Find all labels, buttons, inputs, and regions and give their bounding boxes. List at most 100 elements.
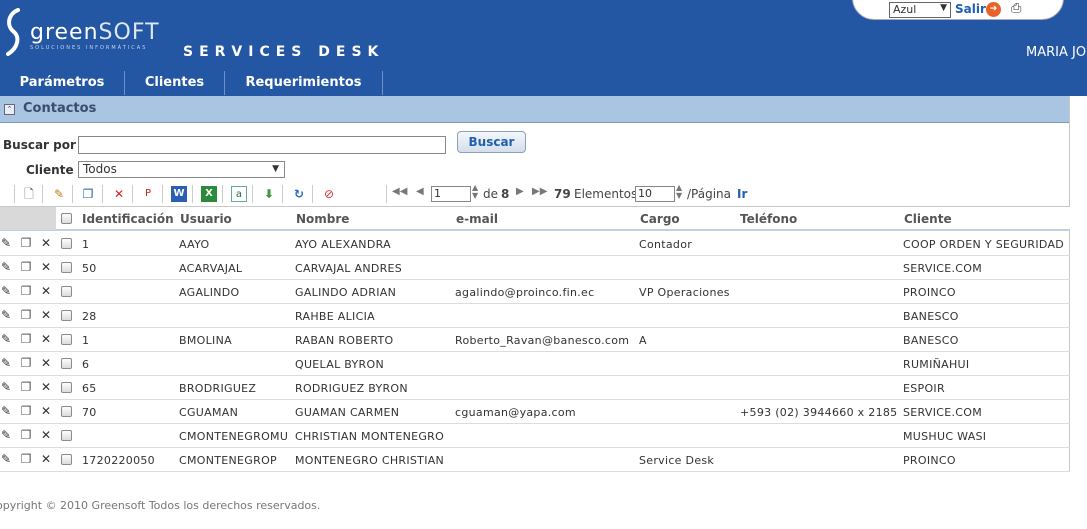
row-checkbox[interactable] [61, 382, 72, 393]
copy-icon[interactable]: ❐ [19, 380, 33, 394]
column-header-telefono[interactable]: Teléfono [740, 212, 797, 226]
column-header-nombre[interactable]: Nombre [296, 212, 349, 226]
delete-icon[interactable]: ✕ [39, 308, 53, 322]
toolbar-divider [222, 185, 223, 203]
cell-usuario: AAYO [179, 238, 210, 251]
theme-select[interactable]: Azul ▼ [889, 2, 951, 18]
delete-icon[interactable]: ✕ [39, 428, 53, 442]
row-checkbox[interactable] [61, 430, 72, 441]
copy-icon[interactable]: ❐ [19, 332, 33, 346]
column-header-email[interactable]: e-mail [456, 212, 498, 226]
delete-icon[interactable]: ✕ [39, 404, 53, 418]
edit-icon[interactable]: ✎ [0, 428, 13, 442]
column-header-identificacion[interactable]: Identificación [82, 212, 174, 226]
edit-icon[interactable]: ✎ [0, 236, 13, 250]
delete-icon[interactable]: ✕ [39, 356, 53, 370]
delete-icon[interactable]: ✕ [39, 332, 53, 346]
table-row[interactable]: ✎ ❐ ✕ 1 BMOLINA RABAN ROBERTO Roberto_Ravan@ba… [0, 328, 1070, 352]
table-row[interactable]: ✎ ❐ ✕ AGALINDO GALINDO ADRIAN agalindo@proinc… [0, 280, 1070, 304]
delete-icon[interactable]: ✕ [39, 260, 53, 274]
table-row[interactable]: ✎ ❐ ✕ 28 RAHBE ALICIA BANESCO [0, 304, 1070, 328]
page-size-stepper-icon[interactable]: ▲ ▼ [676, 184, 682, 200]
collapse-icon[interactable]: ⌃ [4, 104, 15, 115]
copy-icon[interactable]: ❐ [19, 284, 33, 298]
cell-identificacion: 6 [82, 358, 90, 371]
page-number-input[interactable]: 1 [431, 186, 471, 202]
first-page-icon[interactable]: ◀◀ [392, 186, 407, 197]
cell-cargo: VP Operaciones [639, 286, 730, 299]
row-checkbox[interactable] [61, 454, 72, 465]
clear-filter-icon[interactable]: ⊘ [321, 186, 337, 202]
table-row[interactable]: ✎ ❐ ✕ 6 QUELAL BYRON RUMIÑAHUI [0, 352, 1070, 376]
copy-icon[interactable]: ❐ [19, 452, 33, 466]
row-checkbox[interactable] [61, 286, 72, 297]
refresh-icon[interactable]: ↻ [291, 186, 307, 202]
client-select[interactable]: Todos ▼ [78, 161, 285, 178]
search-input[interactable] [78, 136, 446, 154]
toolbar-divider [282, 185, 283, 203]
table-row[interactable]: ✎ ❐ ✕ 65 BRODRIGUEZ RODRIGUEZ BYRON ESPOIR [0, 376, 1070, 400]
delete-icon[interactable]: ✕ [111, 186, 127, 202]
search-button[interactable]: Buscar [457, 131, 526, 153]
row-checkbox[interactable] [61, 238, 72, 249]
nav-item-parametros[interactable]: Parámetros [0, 71, 124, 95]
page-size-input[interactable]: 10 [635, 186, 675, 202]
logout-link[interactable]: Salir [955, 2, 986, 16]
prev-page-icon[interactable]: ◀ [416, 186, 424, 197]
cell-identificacion: 1 [82, 334, 90, 347]
table-row[interactable]: ✎ ❐ ✕ 50 ACARVAJAL CARVAJAL ANDRES SERVICE.COM [0, 256, 1070, 280]
logo-tagline: SOLUCIONES INFORMÁTICAS [30, 45, 148, 51]
word-icon[interactable]: W [171, 186, 187, 202]
copy-icon[interactable]: ❐ [19, 260, 33, 274]
edit-icon[interactable]: ✎ [0, 404, 13, 418]
select-all-checkbox[interactable] [61, 213, 72, 224]
copy-icon[interactable]: ❐ [19, 356, 33, 370]
cell-email: agalindo@proinco.fin.ec [455, 286, 595, 299]
edit-icon[interactable]: ✎ [51, 186, 67, 202]
table-row[interactable]: ✎ ❐ ✕ 1720220050 CMONTENEGROP MONTENEGRO CHRI… [0, 448, 1070, 472]
delete-icon[interactable]: ✕ [39, 452, 53, 466]
column-header-cliente[interactable]: Cliente [904, 212, 952, 226]
row-checkbox[interactable] [61, 310, 72, 321]
new-document-icon[interactable]: 🗋 [21, 186, 37, 202]
go-link[interactable]: Ir [737, 187, 747, 201]
delete-icon[interactable]: ✕ [39, 380, 53, 394]
excel-icon[interactable]: X [201, 186, 217, 202]
row-checkbox[interactable] [61, 358, 72, 369]
row-checkbox[interactable] [61, 262, 72, 273]
delete-icon[interactable]: ✕ [39, 236, 53, 250]
column-header-cargo[interactable]: Cargo [640, 212, 680, 226]
download-icon[interactable]: ⬇ [261, 186, 277, 202]
theme-select-value: Azul [893, 3, 917, 16]
page-stepper-icon[interactable]: ▲ ▼ [472, 184, 478, 200]
copy-icon[interactable]: ❐ [19, 428, 33, 442]
pdf-icon[interactable]: P [140, 186, 156, 202]
nav-item-requerimientos[interactable]: Requerimientos [225, 71, 382, 95]
edit-icon[interactable]: ✎ [0, 260, 13, 274]
print-icon[interactable]: ⎙ [1011, 1, 1027, 17]
next-page-icon[interactable]: ▶ [516, 186, 524, 197]
last-page-icon[interactable]: ▶▶ [532, 186, 547, 197]
table-row[interactable]: ✎ ❐ ✕ 70 CGUAMAN GUAMAN CARMEN cguaman@yapa.co… [0, 400, 1070, 424]
edit-icon[interactable]: ✎ [0, 380, 13, 394]
logout-icon[interactable]: ➔ [986, 2, 1001, 17]
edit-icon[interactable]: ✎ [0, 284, 13, 298]
edit-icon[interactable]: ✎ [0, 452, 13, 466]
copy-icon[interactable]: ❐ [80, 186, 96, 202]
row-checkbox[interactable] [61, 406, 72, 417]
nav-item-clientes[interactable]: Clientes [125, 71, 224, 95]
row-checkbox[interactable] [61, 334, 72, 345]
edit-icon[interactable]: ✎ [0, 356, 13, 370]
copy-icon[interactable]: ❐ [19, 404, 33, 418]
text-export-icon[interactable]: a [231, 186, 247, 202]
edit-icon[interactable]: ✎ [0, 332, 13, 346]
cell-cliente: MUSHUC WASI [903, 430, 987, 443]
copy-icon[interactable]: ❐ [19, 308, 33, 322]
table-row[interactable]: ✎ ❐ ✕ 1 AAYO AYO ALEXANDRA Contador COOP ORDEN … [0, 232, 1070, 256]
cell-nombre: GALINDO ADRIAN [295, 286, 397, 299]
delete-icon[interactable]: ✕ [39, 284, 53, 298]
table-row[interactable]: ✎ ❐ ✕ CMONTENEGROMU CHRISTIAN MONTENEGRO MUSH… [0, 424, 1070, 448]
edit-icon[interactable]: ✎ [0, 308, 13, 322]
copy-icon[interactable]: ❐ [19, 236, 33, 250]
column-header-usuario[interactable]: Usuario [180, 212, 232, 226]
